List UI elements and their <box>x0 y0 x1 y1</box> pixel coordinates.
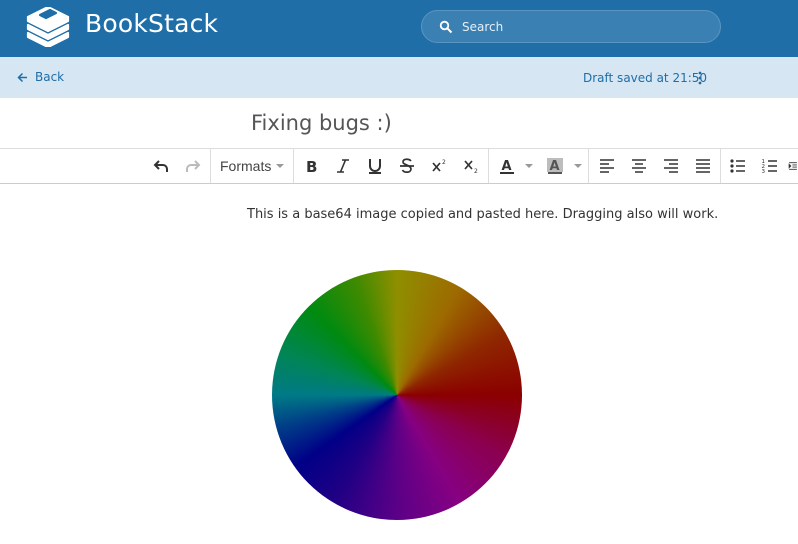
undo-icon <box>153 160 168 172</box>
color-wheel-image[interactable] <box>272 270 522 520</box>
top-header: BookStack <box>0 0 798 57</box>
underline-button[interactable] <box>359 149 391 183</box>
superscript-button[interactable]: 2 <box>423 149 455 183</box>
italic-button[interactable] <box>327 149 359 183</box>
bold-icon: B <box>306 158 317 175</box>
background-color-icon: A <box>547 158 563 174</box>
editor-subbar: Back Draft saved at 21:50 <box>0 57 798 98</box>
justify-button[interactable] <box>687 149 719 183</box>
search-input[interactable] <box>462 11 702 42</box>
undo-button[interactable] <box>145 149 177 183</box>
svg-text:3: 3 <box>762 169 766 175</box>
content-paragraph[interactable]: This is a base64 image copied and pasted… <box>247 207 718 222</box>
draft-status[interactable]: Draft saved at 21:50 <box>583 71 707 85</box>
align-right-icon <box>664 159 678 173</box>
back-button[interactable]: Back <box>17 70 64 84</box>
bold-button[interactable]: B <box>295 149 327 183</box>
svg-text:A: A <box>502 159 512 174</box>
indent-icon <box>788 162 797 170</box>
svg-text:B: B <box>306 158 317 175</box>
subscript-button[interactable]: 2 <box>455 149 487 183</box>
numbered-list-button[interactable]: 123 <box>754 149 786 183</box>
strikethrough-icon <box>400 158 414 173</box>
svg-text:2: 2 <box>442 159 446 166</box>
italic-icon <box>337 159 349 173</box>
chevron-down-icon <box>276 164 284 168</box>
bullet-list-icon <box>730 159 745 173</box>
search-icon[interactable] <box>439 20 453 34</box>
redo-icon <box>186 160 201 172</box>
numbered-list-icon: 123 <box>762 159 777 175</box>
toolbar-separator <box>210 149 211 183</box>
toolbar-separator <box>720 149 721 183</box>
text-color-chevron-down-icon[interactable] <box>525 164 533 168</box>
back-label: Back <box>35 70 65 84</box>
align-right-button[interactable] <box>655 149 687 183</box>
toolbar-separator <box>588 149 589 183</box>
toolbar-separator <box>488 149 489 183</box>
indent-button[interactable] <box>786 149 798 183</box>
text-color-icon: A <box>500 159 514 174</box>
superscript-icon: 2 <box>432 159 446 172</box>
text-color-button[interactable]: A <box>491 149 523 183</box>
bookstack-logo-icon[interactable] <box>26 7 70 47</box>
align-center-button[interactable] <box>623 149 655 183</box>
svg-text:A: A <box>550 159 560 174</box>
editor-toolbar: Formats B 2 2 A A 123 <box>0 149 798 184</box>
strikethrough-button[interactable] <box>391 149 423 183</box>
background-color-button[interactable]: A <box>539 149 571 183</box>
page-title-input[interactable] <box>251 111 731 135</box>
formats-label: Formats <box>220 158 272 174</box>
redo-button[interactable] <box>177 149 209 183</box>
bullet-list-button[interactable] <box>722 149 754 183</box>
formats-dropdown[interactable]: Formats <box>212 149 292 183</box>
search-box[interactable] <box>421 10 721 43</box>
svg-text:2: 2 <box>474 168 478 175</box>
justify-icon <box>696 159 710 173</box>
subscript-icon: 2 <box>464 160 478 175</box>
app-name[interactable]: BookStack <box>85 9 218 38</box>
more-vertical-icon[interactable] <box>694 70 706 86</box>
align-center-icon <box>632 159 646 173</box>
editor-content[interactable]: This is a base64 image copied and pasted… <box>0 184 798 544</box>
underline-icon <box>369 159 381 174</box>
title-row <box>0 98 798 149</box>
arrow-left-icon <box>17 72 27 82</box>
toolbar-separator <box>293 149 294 183</box>
align-left-icon <box>600 159 614 173</box>
align-left-button[interactable] <box>591 149 623 183</box>
background-color-chevron-down-icon[interactable] <box>574 164 582 168</box>
